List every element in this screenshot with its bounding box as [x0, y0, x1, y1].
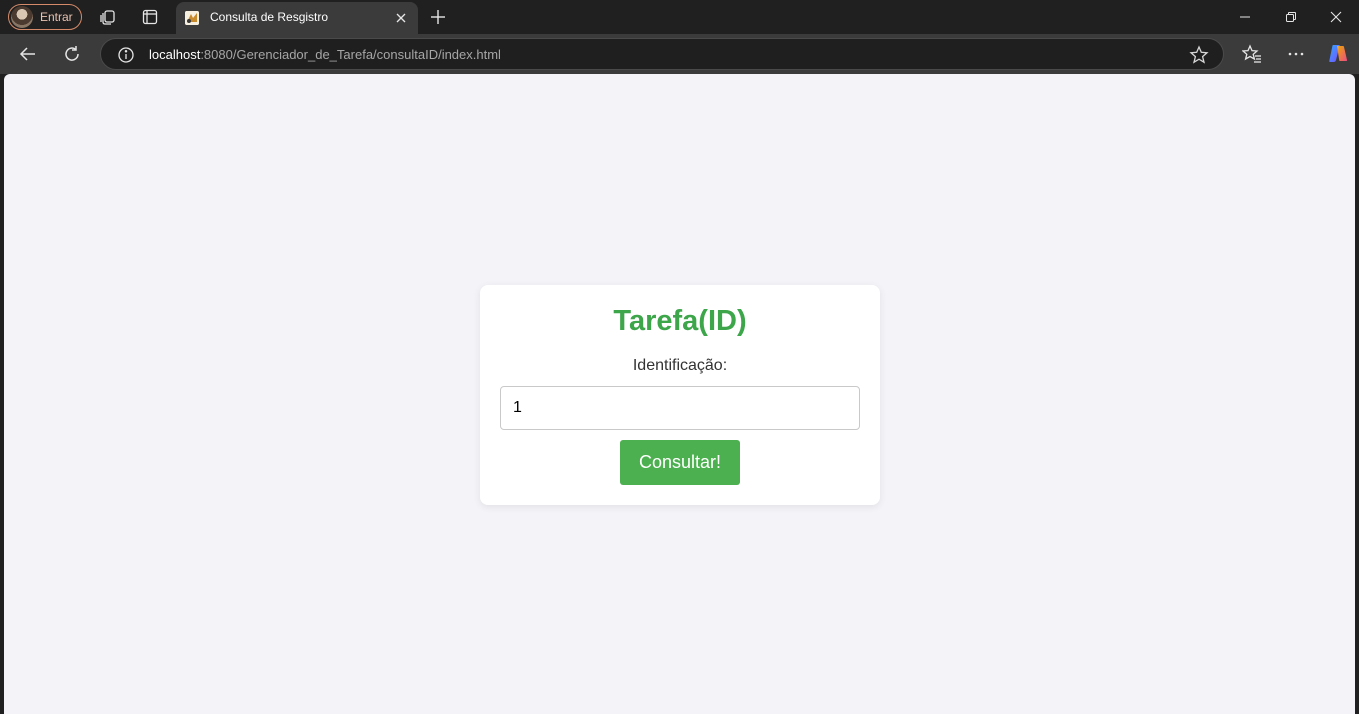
profile-label: Entrar [40, 10, 73, 24]
consult-button[interactable]: Consultar! [620, 440, 740, 485]
url-text[interactable]: localhost:8080/Gerenciador_de_Tarefa/con… [149, 47, 501, 62]
id-input[interactable] [500, 386, 860, 430]
favorite-star-icon[interactable] [1189, 45, 1209, 65]
close-window-icon[interactable] [1313, 0, 1359, 34]
workspaces-icon[interactable] [98, 7, 118, 27]
restore-icon[interactable] [1268, 0, 1314, 34]
profile-button[interactable]: Entrar [8, 4, 82, 30]
id-field-label: Identificação: [632, 357, 728, 374]
tab-actions-icon[interactable] [140, 7, 160, 27]
tab-title: Consulta de Resgistro [210, 10, 329, 24]
query-card: Tarefa(ID) Identificação: Consultar! [480, 285, 880, 505]
browser-toolbar: localhost:8080/Gerenciador_de_Tarefa/con… [0, 34, 1359, 74]
more-options-icon[interactable] [1284, 42, 1308, 66]
browser-titlebar: Entrar Consulta de Resgistro [0, 0, 1359, 34]
info-icon[interactable] [117, 46, 135, 64]
page-viewport: Tarefa(ID) Identificação: Consultar! [4, 74, 1355, 714]
favorites-icon[interactable] [1240, 42, 1264, 66]
page-title: Tarefa(ID) [613, 305, 747, 337]
url-host: localhost [149, 47, 201, 62]
address-bar[interactable]: localhost:8080/Gerenciador_de_Tarefa/con… [100, 38, 1224, 70]
close-tab-icon[interactable] [394, 11, 408, 25]
new-tab-icon[interactable] [428, 7, 448, 27]
site-favicon-icon [185, 11, 199, 25]
tab-active[interactable]: Consulta de Resgistro [176, 2, 418, 34]
copilot-icon[interactable] [1326, 42, 1350, 66]
url-path: :8080/Gerenciador_de_Tarefa/consultaID/i… [200, 47, 501, 62]
back-arrow-icon[interactable] [16, 42, 40, 66]
refresh-icon[interactable] [60, 42, 84, 66]
minimize-icon[interactable] [1222, 0, 1268, 34]
avatar [11, 6, 33, 28]
